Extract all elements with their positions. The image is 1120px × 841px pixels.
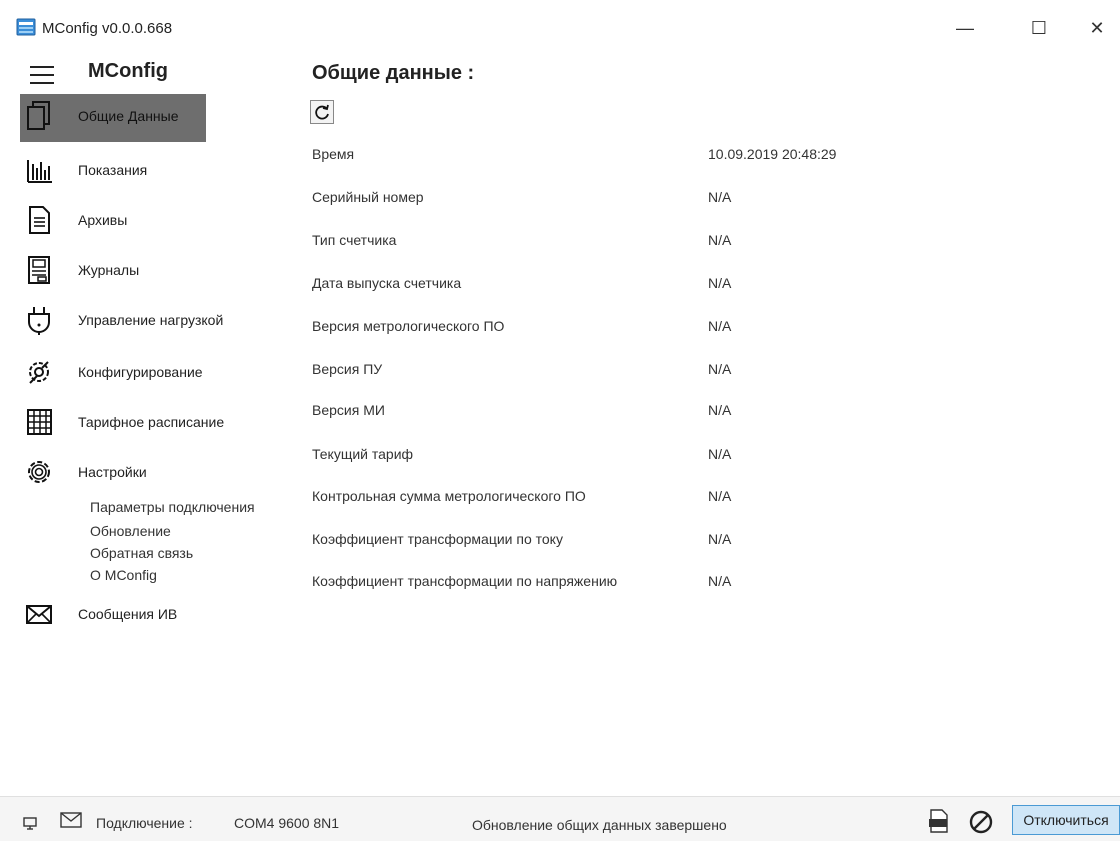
tools-gear-icon (29, 361, 49, 384)
settings-subitem-connection-params[interactable]: Параметры подключения (90, 499, 255, 515)
minimize-button[interactable]: — (942, 10, 988, 46)
connection-label: Подключение : (96, 815, 193, 831)
data-row-voltage-ratio: Коэффициент трансформации по напряжению … (312, 573, 1092, 595)
envelope-icon (26, 605, 52, 624)
maximize-button[interactable]: ☐ (1016, 10, 1062, 46)
hamburger-menu-icon[interactable] (30, 66, 54, 86)
sidebar-item-label: Общие Данные (78, 108, 179, 124)
plug-icon (28, 307, 50, 335)
sidebar-item-load-control[interactable]: Управление нагрузкой (0, 298, 300, 342)
data-row-pu-version: Версия ПУ N/A (312, 361, 1092, 383)
calendar-grid-icon (27, 409, 52, 435)
data-row-meter-type: Тип счетчика N/A (312, 232, 1092, 254)
close-icon: ✕ (1089, 17, 1105, 38)
page-title: Общие данные : (312, 62, 475, 84)
settings-subitem-feedback[interactable]: Обратная связь (90, 545, 193, 561)
row-value: N/A (708, 361, 732, 377)
log-file-icon[interactable] (928, 809, 950, 833)
sidebar-item-label: Журналы (78, 262, 140, 278)
row-value: N/A (708, 232, 732, 248)
settings-subitem-about[interactable]: О MConfig (90, 567, 157, 583)
row-value: N/A (708, 402, 732, 418)
data-row-current-ratio: Коэффициент трансформации по току N/A (312, 531, 1092, 553)
data-row-time: Время 10.09.2019 20:48:29 (312, 146, 1092, 168)
sidebar-item-general-data[interactable]: Общие Данные (0, 94, 300, 142)
sidebar-item-tariff-schedule[interactable]: Тарифное расписание (0, 400, 300, 444)
title-bar: MConfig v0.0.0.668 — ☐ ✕ (0, 0, 1120, 56)
data-row-serial-number: Серийный номер N/A (312, 189, 1092, 211)
sidebar-item-settings[interactable]: Настройки (0, 450, 300, 494)
journal-icon (28, 256, 50, 284)
data-row-current-tariff: Текущий тариф N/A (312, 446, 1092, 468)
bar-chart-icon (27, 160, 52, 183)
window-title: MConfig v0.0.0.668 (42, 20, 173, 37)
data-row-manufacture-date: Дата выпуска счетчика N/A (312, 275, 1092, 297)
data-row-mi-version: Версия МИ N/A (312, 402, 1092, 424)
block-icon[interactable] (968, 809, 994, 835)
row-label: Тип счетчика (312, 232, 397, 248)
row-label: Версия МИ (312, 402, 385, 418)
main-panel: Общие данные : Время 10.09.2019 20:48:29… (300, 56, 1120, 796)
row-value: N/A (708, 318, 732, 334)
row-label: Контрольная сумма метрологического ПО (312, 488, 586, 504)
sidebar-item-label: Сообщения ИВ (78, 606, 178, 622)
maximize-icon: ☐ (1030, 17, 1048, 38)
row-value: N/A (708, 275, 732, 291)
sidebar: MConfig Общие Данные Показания Архивы Жу… (0, 56, 300, 796)
monitor-icon (23, 817, 37, 830)
row-label: Серийный номер (312, 189, 424, 205)
row-label: Версия метрологического ПО (312, 318, 505, 334)
disconnect-button[interactable]: Отключиться (1012, 805, 1120, 835)
status-text: Обновление общих данных завершено (472, 817, 727, 833)
row-value: N/A (708, 488, 732, 504)
gear-icon (28, 461, 50, 483)
row-label: Дата выпуска счетчика (312, 275, 462, 291)
app-icon (16, 18, 36, 36)
sidebar-item-archives[interactable]: Архивы (0, 198, 300, 242)
row-label: Коэффициент трансформации по току (312, 531, 563, 547)
document-pages-icon (27, 101, 50, 130)
row-label: Версия ПУ (312, 361, 383, 377)
row-value: N/A (708, 189, 732, 205)
row-value: 10.09.2019 20:48:29 (708, 146, 837, 162)
sidebar-item-label: Тарифное расписание (78, 414, 225, 430)
envelope-icon[interactable] (60, 811, 82, 829)
row-label: Коэффициент трансформации по напряжению (312, 573, 618, 589)
sidebar-item-label: Показания (78, 162, 148, 178)
close-button[interactable]: ✕ (1074, 10, 1120, 46)
sidebar-item-label: Настройки (78, 464, 147, 480)
settings-subitem-update[interactable]: Обновление (90, 523, 171, 539)
app-name: MConfig (88, 60, 168, 82)
row-value: N/A (708, 573, 732, 589)
connection-value: COM4 9600 8N1 (234, 815, 340, 831)
data-row-metrology-checksum: Контрольная сумма метрологического ПО N/… (312, 488, 1092, 510)
row-value: N/A (708, 531, 732, 547)
sidebar-item-journals[interactable]: Журналы (0, 248, 300, 292)
sidebar-item-configuration[interactable]: Конфигурирование (0, 350, 300, 394)
data-row-metrology-sw-version: Версия метрологического ПО N/A (312, 318, 1092, 340)
refresh-icon (315, 104, 329, 120)
minimize-icon: — (956, 17, 974, 38)
refresh-button[interactable] (310, 100, 334, 124)
sidebar-item-label: Управление нагрузкой (78, 312, 224, 328)
sidebar-item-messages[interactable]: Сообщения ИВ (0, 592, 300, 636)
row-value: N/A (708, 446, 732, 462)
sidebar-item-label: Архивы (78, 212, 128, 228)
row-label: Текущий тариф (312, 446, 414, 462)
sidebar-item-readings[interactable]: Показания (0, 148, 300, 192)
document-icon (29, 206, 50, 234)
sidebar-item-label: Конфигурирование (78, 364, 203, 380)
status-bar: Подключение : COM4 9600 8N1 Обновление о… (0, 796, 1120, 841)
row-label: Время (312, 146, 355, 162)
